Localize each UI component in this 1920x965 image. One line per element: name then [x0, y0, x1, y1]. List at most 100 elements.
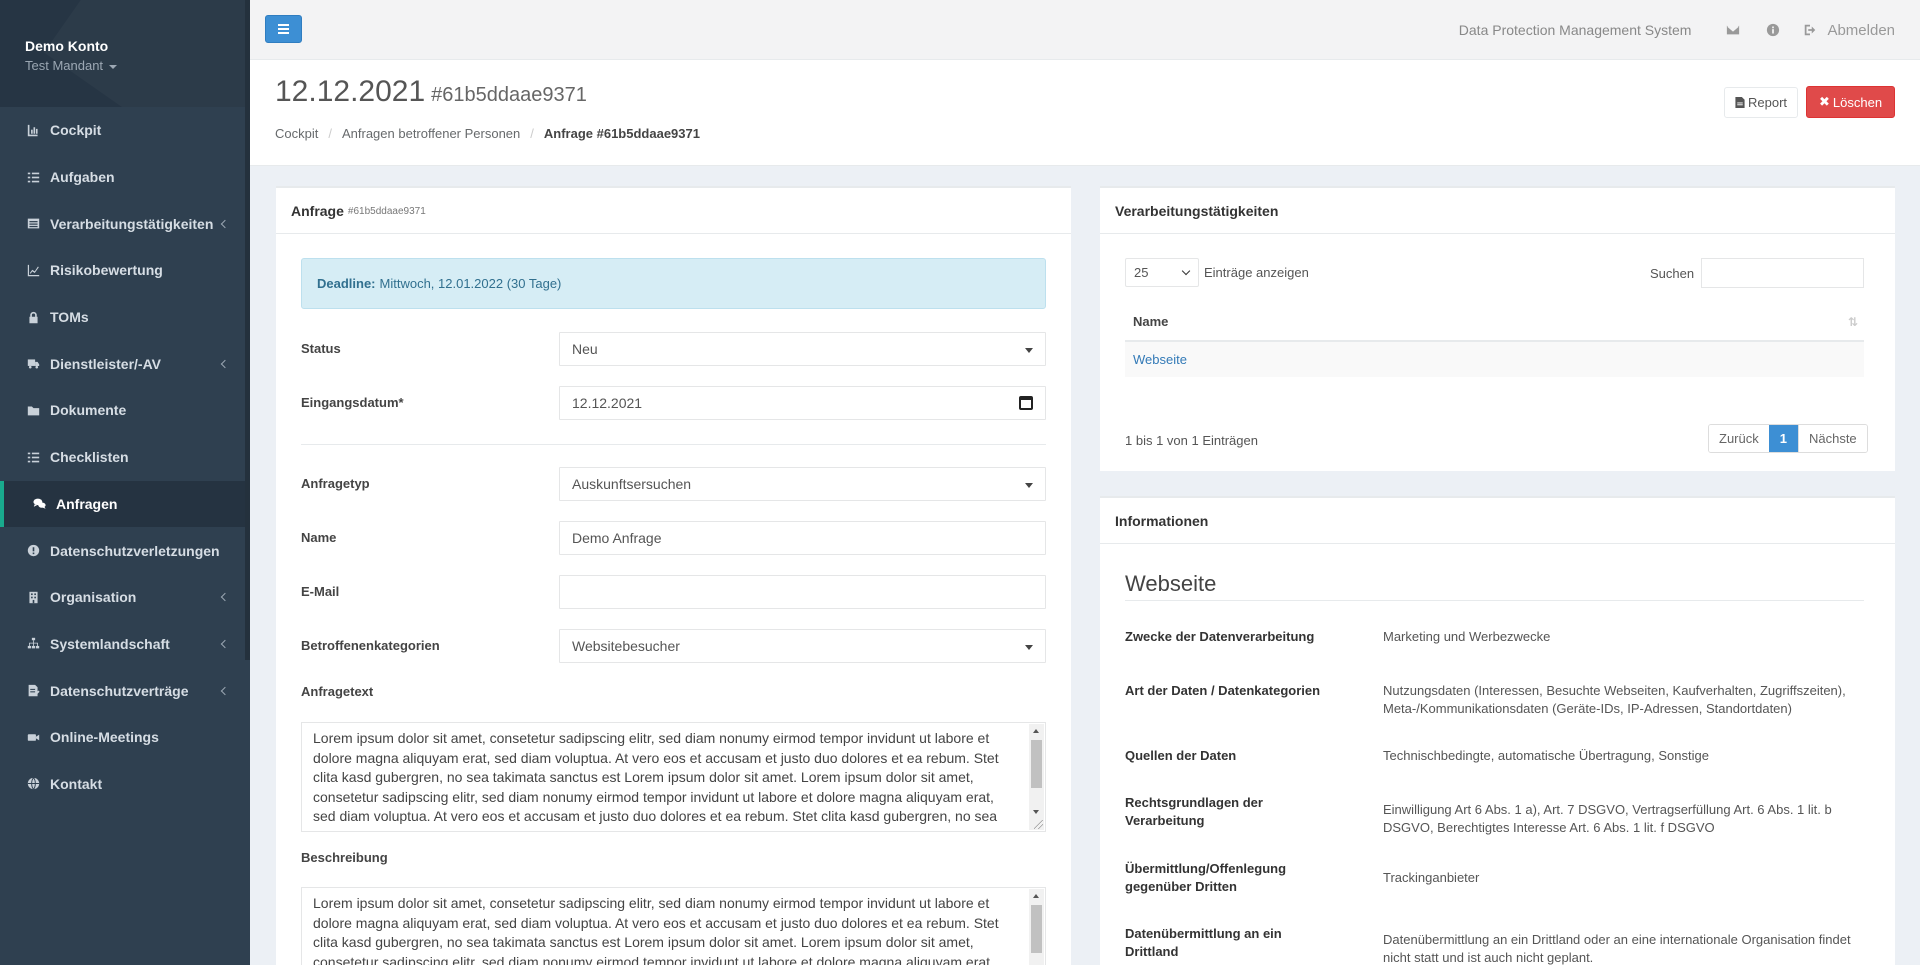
categories-select[interactable]: Websitebesucher [559, 629, 1046, 663]
sidebar-item-datenschutzverträge[interactable]: Datenschutzverträge [0, 667, 250, 714]
request-text-area[interactable]: Lorem ipsum dolor sit amet, consetetur s… [301, 722, 1046, 832]
checklist-icon [26, 450, 40, 464]
info-key: Übermittlung/Offenlegung gegenüber Dritt… [1125, 861, 1287, 894]
page-length-select[interactable]: 25 [1125, 258, 1199, 287]
tenant-selector[interactable]: Test Mandant [25, 58, 225, 73]
chevron-left-icon [220, 359, 230, 369]
description-area[interactable]: Lorem ipsum dolor sit amet, consetetur s… [301, 887, 1046, 965]
breadcrumb-requests[interactable]: Anfragen betroffener Personen [342, 126, 520, 141]
categories-row: Betroffenenkategorien Websitebesucher [301, 629, 1046, 663]
info-value: Datenübermittlung an ein Drittland oder … [1383, 932, 1851, 965]
search-input[interactable] [1701, 258, 1864, 288]
date-value: 12.12.2021 [572, 395, 643, 411]
delete-button[interactable]: ✖ Löschen [1806, 86, 1896, 118]
tenant-name: Test Mandant [25, 58, 104, 73]
sidebar-item-datenschutzverletzungen[interactable]: Datenschutzverletzungen [0, 527, 250, 574]
email-input[interactable] [559, 575, 1046, 609]
sidebar: Demo Konto Test Mandant Cockpit Aufgaben V… [0, 0, 250, 965]
truck-icon [26, 357, 40, 371]
sidebar-item-checklisten[interactable]: Checklisten [0, 434, 250, 481]
request-panel-header: Anfrage #61b5ddaae9371 [276, 188, 1071, 234]
sidebar-item-label: Online-Meetings [50, 729, 159, 746]
caret-down-icon [1025, 348, 1033, 353]
sidebar-item-aufgaben[interactable]: Aufgaben [0, 154, 250, 201]
table-cell-name[interactable]: Webseite [1133, 352, 1187, 367]
resize-grip-icon[interactable] [1034, 820, 1043, 829]
name-value: Demo Anfrage [572, 530, 662, 546]
sidebar-item-label: Anfragen [56, 495, 118, 512]
sidebar-item-kontakt[interactable]: Kontakt [0, 761, 250, 808]
breadcrumb: Cockpit / Anfragen betroffener Personen / … [275, 126, 700, 141]
sidebar-item-online-meetings[interactable]: Online-Meetings [0, 714, 250, 761]
report-label: Report [1748, 95, 1788, 110]
info-icon[interactable] [1764, 21, 1782, 39]
pagination-next[interactable]: Nächste [1797, 425, 1867, 452]
activities-panel: Verarbeitungstätigkeiten 25 Einträge anz… [1100, 186, 1895, 471]
sidebar-item-label: TOMs [50, 309, 89, 326]
chevron-left-icon [220, 219, 230, 228]
date-input[interactable]: 12.12.2021 [559, 386, 1046, 420]
sidebar-item-organisation[interactable]: Organisation [0, 574, 250, 621]
table-info: 1 bis 1 von 1 Einträgen [1125, 433, 1258, 448]
page-title: 12.12.2021 #61b5ddaae9371 [275, 75, 587, 109]
deadline-alert: Deadline: Mittwoch, 12.01.2022 (30 Tage) [301, 258, 1046, 309]
pagination-prev[interactable]: Zurück [1709, 425, 1769, 452]
sidebar-item-label: Datenschutzverletzungen [50, 542, 220, 559]
breadcrumb-cockpit[interactable]: Cockpit [275, 126, 318, 141]
info-panel-title: Informationen [1115, 512, 1209, 529]
sidebar-item-systemlandschaft[interactable]: Systemlandschaft [0, 621, 250, 668]
breadcrumb-current: Anfrage #61b5ddaae9371 [543, 126, 700, 141]
description-label: Beschreibung [301, 850, 388, 865]
logout-label: Abmelden [1827, 21, 1895, 39]
email-row: E-Mail [301, 575, 1046, 609]
info-key: Quellen der Daten [1125, 748, 1237, 763]
sidebar-item-dokumente[interactable]: Dokumente [0, 387, 250, 434]
name-row: Name Demo Anfrage [301, 521, 1046, 555]
line-chart-icon [26, 263, 40, 277]
account-header[interactable]: Demo Konto Test Mandant [0, 0, 250, 107]
activities-panel-title: Verarbeitungstätigkeiten [1115, 202, 1279, 219]
envelope-icon[interactable] [1724, 21, 1742, 39]
caret-down-icon [1025, 483, 1033, 488]
sort-icon[interactable]: ⇅ [1848, 315, 1858, 329]
name-input[interactable]: Demo Anfrage [559, 521, 1046, 555]
calendar-icon[interactable] [1019, 396, 1033, 410]
times-icon: ✖ [1819, 94, 1830, 109]
sidebar-item-label: Dienstleister/-AV [50, 355, 161, 372]
sidebar-item-label: Cockpit [50, 122, 102, 139]
page-title-date: 12.12.2021 [275, 75, 426, 108]
page-title-id: #61b5ddaae9371 [431, 84, 587, 106]
pagination-page-1[interactable]: 1 [1768, 425, 1798, 452]
sidebar-item-label: Kontakt [50, 775, 103, 792]
type-select[interactable]: Auskunftsersuchen [559, 467, 1046, 501]
sidebar-item-label: Organisation [50, 589, 137, 606]
sidebar-item-label: Datenschutzverträge [50, 682, 189, 699]
status-select[interactable]: Neu [559, 332, 1046, 366]
report-button[interactable]: Report [1724, 87, 1799, 118]
sidebar-item-toms[interactable]: TOMs [0, 294, 250, 341]
sidebar-item-verarbeitungstätigkeiten[interactable]: Verarbeitungstätigkeiten [0, 200, 250, 247]
sidebar-item-dienstleister-av[interactable]: Dienstleister/-AV [0, 340, 250, 387]
request-panel: Anfrage #61b5ddaae9371 Deadline: Mittwoch,… [276, 186, 1071, 965]
info-title: Webseite [1125, 571, 1217, 596]
info-value: Marketing und Werbezwecke [1383, 629, 1551, 644]
sidebar-item-cockpit[interactable]: Cockpit [0, 107, 250, 154]
table-row[interactable]: Webseite [1125, 342, 1864, 377]
video-icon [26, 730, 40, 744]
menu-toggle-button[interactable] [265, 15, 302, 43]
request-text-label: Anfragetext [301, 684, 374, 699]
textarea-scrollbar[interactable] [1029, 724, 1044, 830]
sidebar-item-label: Aufgaben [50, 169, 115, 186]
table-header-name[interactable]: Name ⇅ [1125, 303, 1864, 342]
page-length-value: 25 [1134, 265, 1149, 280]
textarea-scrollbar[interactable] [1029, 889, 1044, 965]
chart-icon [26, 123, 40, 137]
sidebar-item-risikobewertung[interactable]: Risikobewertung [0, 247, 250, 294]
sidebar-item-anfragen[interactable]: Anfragen [0, 480, 250, 528]
type-label: Anfragetyp [301, 476, 370, 491]
chevron-left-icon [220, 686, 230, 695]
logout-link[interactable]: Abmelden [1803, 22, 1895, 39]
globe-icon [26, 777, 40, 791]
search-label: Suchen [1650, 266, 1695, 281]
sitemap-icon [26, 637, 40, 651]
